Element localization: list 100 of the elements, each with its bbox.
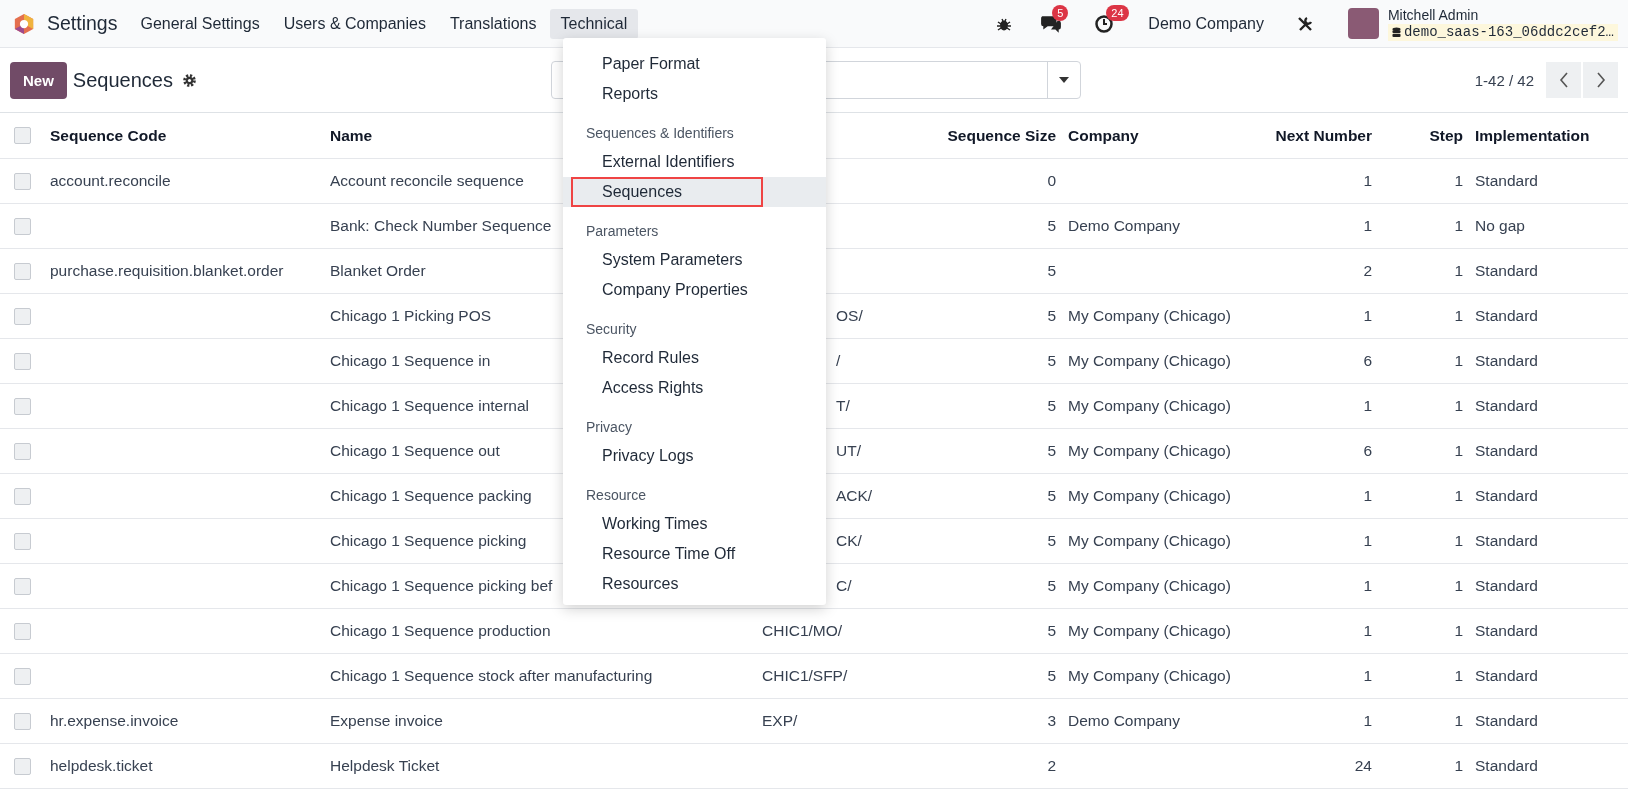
database-icon: [1391, 26, 1401, 38]
column-header[interactable]: Next Number: [1242, 126, 1378, 145]
table-cell: 5: [1047, 397, 1056, 414]
row-checkbox[interactable]: [13, 217, 31, 235]
menu-section-header: Parameters: [585, 222, 660, 241]
navbar-menu[interactable]: Users & Companies: [272, 8, 437, 39]
table-cell: 1: [1363, 577, 1372, 594]
row-checkbox[interactable]: [13, 667, 31, 685]
table-cell: 5: [1047, 262, 1056, 279]
row-checkbox[interactable]: [13, 487, 31, 505]
table-cell: Standard: [1475, 487, 1538, 504]
menu-item[interactable]: External Identifiers: [571, 147, 766, 177]
table-cell: My Company (Chicago): [1068, 307, 1231, 324]
next-button[interactable]: [1583, 62, 1618, 98]
user-name[interactable]: Mitchell Admin: [1387, 6, 1618, 24]
table-cell: Chicago 1 Sequence picking bef: [330, 577, 553, 594]
table-cell: Standard: [1475, 442, 1538, 459]
table-cell: 1: [1363, 667, 1372, 684]
table-cell: 1: [1454, 397, 1463, 414]
table-cell: 6: [1363, 352, 1372, 369]
column-header[interactable]: Implementation: [1469, 126, 1619, 145]
notification-badge: 5: [1052, 4, 1069, 21]
tools-icon[interactable]: [1295, 14, 1314, 33]
row-checkbox[interactable]: [13, 397, 31, 415]
row-checkbox[interactable]: [13, 532, 31, 550]
table-cell: Standard: [1475, 667, 1538, 684]
row-checkbox[interactable]: [13, 622, 31, 640]
table-cell: Expense invoice: [330, 712, 443, 729]
table-cell: Chicago 1 Sequence out: [330, 442, 500, 459]
company-switcher[interactable]: Demo Company: [1148, 14, 1264, 33]
menu-item[interactable]: Company Properties: [571, 275, 779, 305]
menu-item[interactable]: Reports: [571, 79, 690, 109]
table-cell: 1: [1363, 712, 1372, 729]
navbar-menu[interactable]: Technical: [549, 8, 639, 39]
column-header[interactable]: Sequence Size: [901, 126, 1062, 145]
table-cell: Chicago 1 Sequence in: [330, 352, 491, 369]
new-button[interactable]: New: [10, 61, 67, 99]
table-cell: Standard: [1475, 307, 1538, 324]
table-cell: Standard: [1475, 172, 1538, 189]
table-cell: CHIC1/MO/: [762, 622, 843, 639]
table-cell: Standard: [1475, 757, 1538, 774]
row-checkbox[interactable]: [13, 442, 31, 460]
menu-item[interactable]: System Parameters: [571, 245, 774, 275]
table-cell: Standard: [1475, 622, 1538, 639]
row-checkbox[interactable]: [13, 712, 31, 730]
table-cell: CK/: [836, 532, 862, 549]
pager-value[interactable]: 1-42 / 42: [1474, 71, 1534, 89]
table-cell: 1: [1454, 622, 1463, 639]
table-cell: My Company (Chicago): [1068, 667, 1231, 684]
row-checkbox[interactable]: [13, 577, 31, 595]
table-cell: UT/: [836, 442, 861, 459]
menu-item[interactable]: Resources: [571, 569, 710, 599]
table-cell: 1: [1363, 172, 1372, 189]
chevron-left-icon: [1558, 72, 1569, 88]
row-checkbox[interactable]: [13, 172, 31, 190]
menu-item[interactable]: Paper Format: [571, 49, 731, 79]
column-header[interactable]: Step: [1378, 126, 1469, 145]
table-cell: 1: [1363, 487, 1372, 504]
column-header[interactable]: Sequence Code: [44, 126, 324, 145]
table-cell: Chicago 1 Picking POS: [330, 307, 492, 324]
table-cell: 6: [1363, 442, 1372, 459]
settings-icon[interactable]: [181, 72, 197, 88]
table-cell: 5: [1047, 577, 1056, 594]
table-cell: 5: [1047, 352, 1056, 369]
table-cell: Standard: [1475, 532, 1538, 549]
table-cell: 0: [1047, 172, 1056, 189]
caret-icon: [1058, 77, 1069, 83]
table-cell: 1: [1363, 532, 1372, 549]
table-cell: Helpdesk Ticket: [330, 757, 440, 774]
table-cell: 1: [1454, 667, 1463, 684]
row-checkbox[interactable]: [13, 262, 31, 280]
app-name[interactable]: Settings: [47, 12, 118, 35]
menu-item[interactable]: Privacy Logs: [571, 441, 725, 471]
menu-item[interactable]: Access Rights: [571, 373, 735, 403]
menu-item[interactable]: Working Times: [571, 509, 739, 539]
table-cell: 5: [1047, 487, 1056, 504]
select-all-checkbox[interactable]: [13, 127, 31, 144]
table-cell: OS/: [836, 307, 863, 324]
menu-section-header: Security: [585, 320, 638, 339]
menu-item[interactable]: Sequences: [571, 177, 763, 207]
table-cell: Standard: [1475, 577, 1538, 594]
table-cell: 1: [1454, 352, 1463, 369]
row-checkbox[interactable]: [13, 757, 31, 775]
app-logo-icon[interactable]: [13, 12, 35, 35]
notification-badge: 24: [1106, 4, 1129, 21]
row-checkbox[interactable]: [13, 352, 31, 370]
navbar-menu[interactable]: General Settings: [129, 8, 271, 39]
table-cell: 1: [1454, 712, 1463, 729]
row-checkbox[interactable]: [13, 307, 31, 325]
table-cell: Chicago 1 Sequence production: [330, 622, 551, 639]
menu-item[interactable]: Resource Time Off: [571, 539, 767, 569]
table-cell: hr.expense.invoice: [50, 712, 179, 729]
avatar-icon[interactable]: [1347, 8, 1379, 39]
navbar-menu[interactable]: Translations: [438, 8, 548, 39]
table-cell: 24: [1354, 757, 1372, 774]
table-cell: 1: [1454, 757, 1463, 774]
previous-button[interactable]: [1546, 62, 1581, 98]
menu-section-header: Resource: [585, 486, 647, 505]
menu-item[interactable]: Record Rules: [571, 343, 730, 373]
column-header[interactable]: Company: [1062, 126, 1242, 145]
